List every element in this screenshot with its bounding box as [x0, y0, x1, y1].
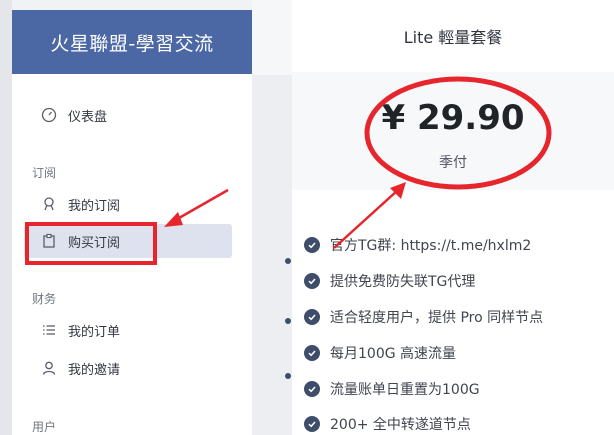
partial-check-icon — [285, 318, 291, 324]
sidebar-item-label: 我的邀请 — [68, 362, 121, 378]
feature-text: 200+ 全中转遂道节点 — [330, 417, 471, 433]
sidebar-item-label: 我的订阅 — [68, 198, 121, 214]
sidebar-item-dashboard[interactable]: 仪表盘 — [24, 98, 232, 132]
sidebar-item-buy-subscription[interactable]: 购买订阅 — [24, 224, 232, 258]
feature-text: 适合轻度用户，提供 Pro 同样节点 — [330, 310, 544, 326]
feature-text: 每月100G 高速流量 — [330, 346, 457, 362]
left-gutter — [0, 0, 12, 435]
clipboard-icon — [40, 232, 58, 250]
content-gap-header — [252, 0, 292, 75]
feature-item: 提供免费防失联TG代理 — [304, 271, 475, 291]
plan-period: 季付 — [439, 155, 467, 171]
invite-icon — [40, 359, 58, 377]
partial-check-icon — [285, 373, 291, 379]
feature-item: 200+ 全中转遂道节点 — [304, 414, 471, 434]
brand-title[interactable]: 火星聯盟-學習交流 — [12, 10, 252, 74]
plan-name: Lite 輕量套餐 — [403, 28, 503, 47]
section-label-user: 用户 — [32, 420, 57, 434]
gauge-icon — [40, 106, 58, 124]
sidebar-top-strip — [12, 0, 252, 10]
feature-text: 提供免费防失联TG代理 — [330, 274, 476, 290]
list-icon — [40, 321, 58, 339]
sidebar-item-label: 仪表盘 — [68, 109, 108, 125]
feature-item: 适合轻度用户，提供 Pro 同样节点 — [304, 307, 543, 327]
sidebar-item-label: 购买订阅 — [68, 235, 121, 251]
sidebar-item-my-orders[interactable]: 我的订单 — [24, 313, 232, 347]
feature-item: 每月100G 高速流量 — [304, 343, 456, 363]
section-label-finance: 财务 — [32, 292, 57, 306]
sidebar-item-my-invites[interactable]: 我的邀请 — [24, 351, 232, 385]
check-circle-icon — [304, 309, 320, 325]
subscription-icon — [40, 195, 58, 213]
check-circle-icon — [304, 273, 320, 289]
sidebar: 火星聯盟-學習交流 仪表盘 订阅 我的订阅 购买订阅 财务 我的订单 我的邀请 … — [12, 0, 252, 435]
check-circle-icon — [304, 416, 320, 432]
feature-text: 官方TG群: https://t.me/hxlm2 — [330, 238, 532, 254]
plan-card[interactable]: Lite 輕量套餐 ¥ 29.90 季付 官方TG群: https://t.me… — [292, 0, 614, 435]
sidebar-item-label: 我的订单 — [68, 324, 121, 340]
feature-item: 官方TG群: https://t.me/hxlm2 — [304, 235, 531, 255]
plan-price: ¥ 29.90 — [381, 98, 525, 138]
feature-item: 流量账单日重置为100G — [304, 379, 480, 399]
check-circle-icon — [304, 237, 320, 253]
check-circle-icon — [304, 381, 320, 397]
check-circle-icon — [304, 345, 320, 361]
partial-check-icon — [285, 258, 291, 264]
feature-text: 流量账单日重置为100G — [330, 382, 480, 398]
section-label-subscription: 订阅 — [32, 166, 57, 180]
sidebar-item-my-subscription[interactable]: 我的订阅 — [24, 187, 232, 221]
